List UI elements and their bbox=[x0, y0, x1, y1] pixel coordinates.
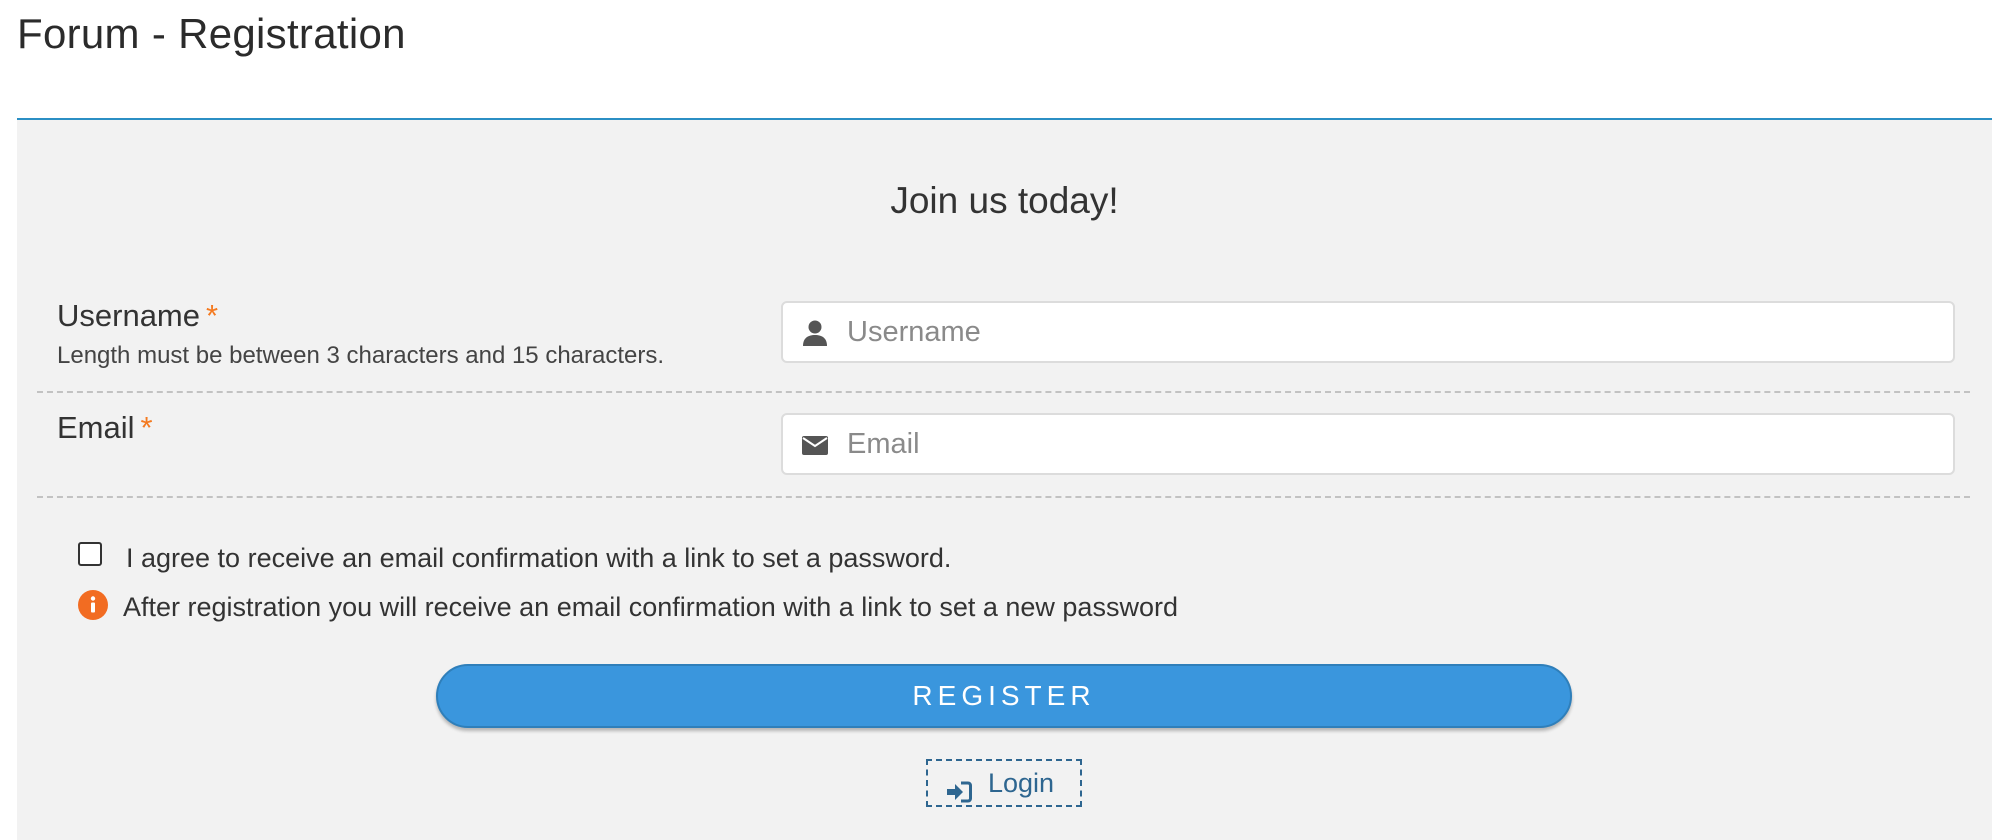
email-label-text: Email bbox=[57, 410, 135, 445]
envelope-icon bbox=[801, 431, 829, 459]
username-input[interactable] bbox=[847, 305, 1937, 359]
row-divider-email bbox=[37, 496, 1970, 498]
user-icon bbox=[801, 319, 829, 347]
sign-in-icon bbox=[946, 772, 972, 803]
login-label[interactable]: Login bbox=[988, 761, 1054, 805]
email-input[interactable] bbox=[847, 417, 1937, 471]
username-hint: Length must be between 3 characters and … bbox=[57, 342, 665, 369]
username-label: Username * bbox=[57, 296, 218, 336]
register-button[interactable]: REGISTER bbox=[436, 664, 1572, 728]
username-label-text: Username bbox=[57, 298, 200, 333]
agree-label[interactable]: I agree to receive an email confirmation… bbox=[126, 538, 951, 578]
row-divider-username bbox=[37, 391, 1970, 393]
info-text: After registration you will receive an e… bbox=[123, 592, 1178, 622]
info-icon bbox=[78, 590, 108, 620]
required-marker: * bbox=[206, 298, 219, 333]
required-marker: * bbox=[140, 410, 153, 445]
username-field[interactable] bbox=[781, 301, 1955, 363]
agree-checkbox[interactable] bbox=[78, 542, 102, 566]
email-field[interactable] bbox=[781, 413, 1955, 475]
email-label: Email * bbox=[57, 408, 153, 448]
page-title: Forum - Registration bbox=[17, 10, 406, 57]
login-link[interactable]: Login bbox=[926, 759, 1082, 807]
registration-panel: Join us today! bbox=[17, 118, 1992, 840]
form-heading: Join us today! bbox=[890, 180, 1119, 221]
